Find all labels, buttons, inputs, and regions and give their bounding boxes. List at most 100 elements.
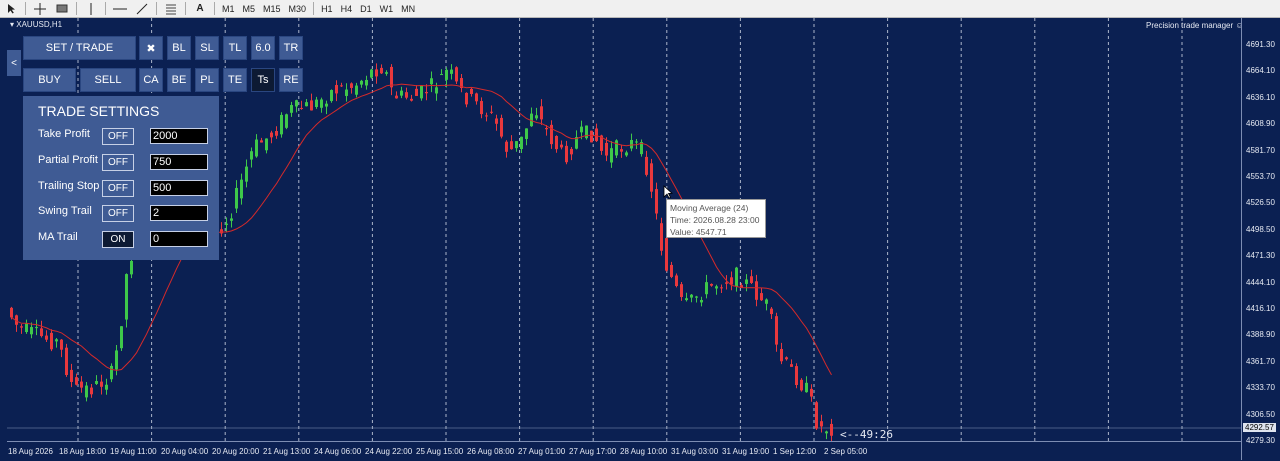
- candle-body: [665, 238, 668, 271]
- candle-body: [340, 85, 343, 87]
- panel-collapse-button[interactable]: <: [7, 50, 21, 76]
- candle-body: [585, 125, 588, 139]
- candle-body: [565, 145, 568, 163]
- vertical-line-icon[interactable]: [82, 1, 100, 16]
- partial-profit-label: Partial Profit: [38, 154, 98, 166]
- candle-body: [480, 101, 483, 115]
- ma-trail-toggle[interactable]: ON: [102, 231, 134, 248]
- candle-body: [365, 79, 368, 86]
- candle-body: [650, 163, 653, 192]
- ca-button[interactable]: CA: [139, 68, 163, 92]
- horizontal-line-icon[interactable]: [111, 1, 129, 16]
- candle-body: [345, 89, 348, 96]
- ts-button[interactable]: Ts: [251, 68, 275, 92]
- candle-body: [465, 92, 468, 105]
- candle-body: [705, 282, 708, 295]
- candle-body: [25, 323, 28, 333]
- candle-body: [475, 93, 478, 102]
- candle-body: [790, 364, 793, 367]
- time-tick: 18 Aug 2026: [8, 447, 53, 456]
- candle-body: [395, 95, 398, 99]
- trendline-icon[interactable]: [133, 1, 151, 16]
- candle-body: [415, 88, 418, 96]
- partial-profit-input[interactable]: 750: [150, 154, 208, 170]
- candle-body: [810, 388, 813, 397]
- candle-body: [815, 402, 818, 429]
- fibonacci-icon[interactable]: [162, 1, 180, 16]
- mouse-pointer-icon: [663, 185, 673, 199]
- pl-button[interactable]: PL: [195, 68, 219, 92]
- timeframe-m5[interactable]: M5: [239, 4, 260, 14]
- candle-body: [265, 138, 268, 151]
- swing-trail-label: Swing Trail: [38, 205, 92, 217]
- candle-body: [290, 105, 293, 113]
- candle-body: [260, 140, 263, 143]
- candle-body: [320, 99, 323, 108]
- buy-button[interactable]: BUY: [23, 68, 76, 92]
- candle-body: [125, 274, 128, 320]
- candle-body: [285, 114, 288, 128]
- time-tick: 31 Aug 03:00: [671, 447, 719, 456]
- take-profit-toggle[interactable]: OFF: [102, 128, 134, 145]
- text-icon[interactable]: A: [191, 1, 209, 16]
- cursor-icon[interactable]: [2, 1, 20, 16]
- candle-body: [675, 275, 678, 287]
- candle-body: [385, 72, 388, 74]
- price-tick: 4306.50: [1246, 409, 1275, 419]
- te-button[interactable]: TE: [223, 68, 247, 92]
- timeframe-mn[interactable]: MN: [397, 4, 419, 14]
- price-tick: 4526.50: [1246, 198, 1275, 208]
- sl-button[interactable]: SL: [195, 36, 219, 60]
- tr-button[interactable]: TR: [279, 36, 303, 60]
- timeframe-h4[interactable]: H4: [337, 4, 357, 14]
- time-axis[interactable]: 18 Aug 2026 18 Aug 18:00 19 Aug 11:00 20 Au…: [7, 441, 1241, 461]
- price-tick: 4333.70: [1246, 383, 1275, 393]
- candle-body: [390, 66, 393, 88]
- timeframe-m1[interactable]: M1: [218, 4, 239, 14]
- take-profit-input[interactable]: 2000: [150, 128, 208, 144]
- bar-countdown: <--49:26: [840, 428, 893, 441]
- ma-trail-label: MA Trail: [38, 231, 78, 243]
- sell-button[interactable]: SELL: [80, 68, 136, 92]
- candle-body: [450, 69, 453, 74]
- candle-body: [730, 277, 733, 285]
- set-trade-button[interactable]: SET / TRADE: [23, 36, 136, 60]
- time-tick: 24 Aug 22:00: [365, 447, 413, 456]
- timeframe-m15[interactable]: M15: [259, 4, 285, 14]
- candle-body: [425, 91, 428, 94]
- candle-body: [470, 88, 473, 94]
- crosshair-icon[interactable]: [31, 1, 49, 16]
- close-icon[interactable]: ✖: [139, 36, 163, 60]
- bl-button[interactable]: BL: [167, 36, 191, 60]
- candle-body: [495, 118, 498, 124]
- candle-body: [755, 281, 758, 300]
- timeframe-d1[interactable]: D1: [356, 4, 376, 14]
- time-tick: 31 Aug 19:00: [722, 447, 770, 456]
- candle-body: [500, 117, 503, 137]
- price-axis[interactable]: 4691.30 4664.10 4636.10 4608.90 4581.70 4553.…: [1241, 18, 1280, 460]
- candle-body: [380, 67, 383, 74]
- timeframe-w1[interactable]: W1: [376, 4, 398, 14]
- swing-trail-input[interactable]: 2: [150, 205, 208, 221]
- partial-profit-toggle[interactable]: OFF: [102, 154, 134, 171]
- swing-trail-toggle[interactable]: OFF: [102, 205, 134, 222]
- be-button[interactable]: BE: [167, 68, 191, 92]
- trailing-stop-toggle[interactable]: OFF: [102, 180, 134, 197]
- price-tick: 4388.90: [1246, 330, 1275, 340]
- candle-body: [710, 283, 713, 286]
- tl-button[interactable]: TL: [223, 36, 247, 60]
- re-button[interactable]: RE: [279, 68, 303, 92]
- price-tick: 4471.30: [1246, 251, 1275, 261]
- timeframe-m30[interactable]: M30: [285, 4, 311, 14]
- price-tick: 4444.10: [1246, 277, 1275, 287]
- rectangle-icon[interactable]: [53, 1, 71, 16]
- candle-body: [770, 308, 773, 315]
- toolbar-divider: [214, 2, 215, 15]
- time-tick: 19 Aug 11:00: [110, 447, 157, 456]
- trailing-stop-input[interactable]: 500: [150, 180, 208, 196]
- candle-body: [515, 141, 518, 149]
- lot-size-button[interactable]: 6.0: [251, 36, 275, 60]
- toolbar-divider: [25, 2, 26, 15]
- ma-trail-input[interactable]: 0: [150, 231, 208, 247]
- timeframe-h1[interactable]: H1: [317, 4, 337, 14]
